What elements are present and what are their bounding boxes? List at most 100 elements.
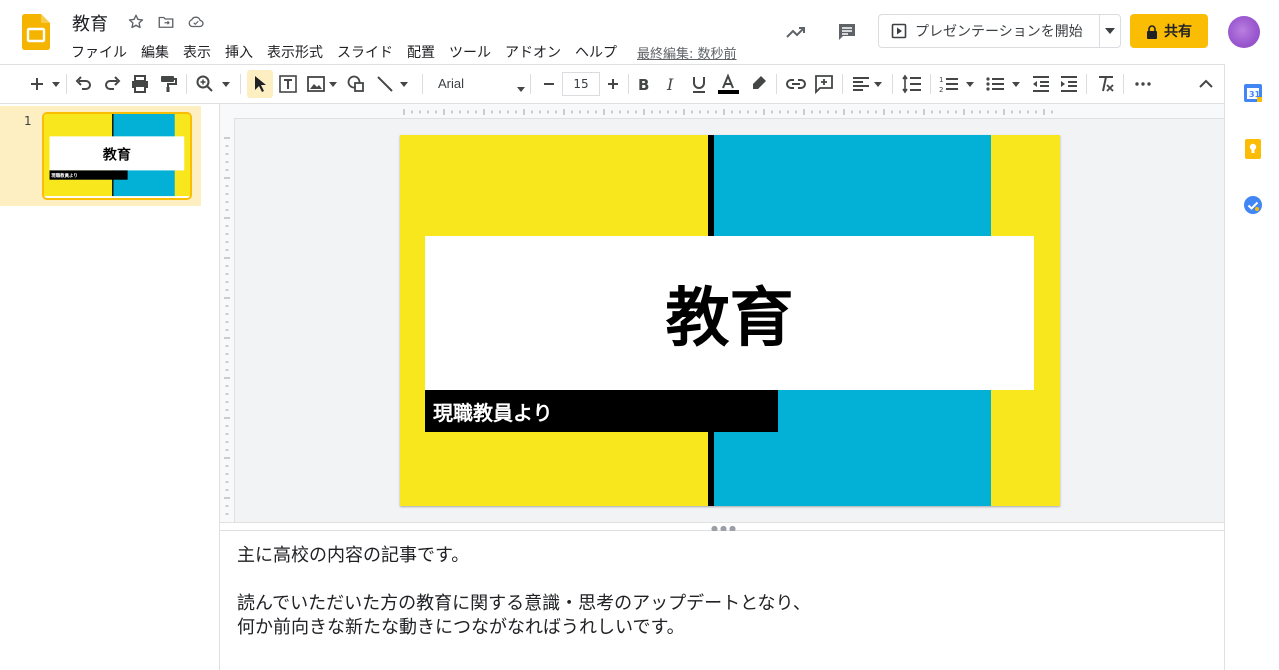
font-family-value: Arial bbox=[438, 76, 465, 91]
tasks-icon[interactable] bbox=[1242, 194, 1264, 216]
toolbar-divider bbox=[530, 74, 531, 94]
zoom-icon[interactable] bbox=[194, 73, 216, 95]
move-folder-icon[interactable] bbox=[157, 13, 175, 31]
last-edit-link[interactable]: 最終編集: 数秒前 bbox=[630, 40, 744, 62]
menu-insert[interactable]: 挿入 bbox=[218, 40, 260, 62]
bulleted-list-chevron-down-icon[interactable] bbox=[1010, 73, 1022, 95]
menu-edit[interactable]: 編集 bbox=[134, 40, 176, 62]
redo-icon[interactable] bbox=[101, 73, 123, 95]
text-color-icon[interactable] bbox=[717, 73, 740, 95]
keep-notes-icon[interactable] bbox=[1242, 138, 1264, 160]
slide-thumbnail[interactable]: 教育 現職教員より bbox=[42, 112, 192, 200]
share-button[interactable]: 共有 bbox=[1130, 14, 1208, 48]
decrease-indent-icon[interactable] bbox=[1030, 73, 1052, 95]
font-family-select[interactable]: Arial bbox=[432, 71, 528, 97]
side-panel: 31 bbox=[1224, 64, 1279, 670]
more-options-icon[interactable] bbox=[1132, 73, 1154, 95]
zoom-chevron-down-icon[interactable] bbox=[220, 73, 232, 95]
toolbar-divider bbox=[422, 74, 423, 94]
decrease-font-size-minus-icon[interactable] bbox=[538, 73, 560, 95]
increase-indent-icon[interactable] bbox=[1058, 73, 1080, 95]
vertical-ruler[interactable] bbox=[220, 118, 235, 522]
image-chevron-down-icon[interactable] bbox=[327, 73, 339, 95]
image-icon[interactable] bbox=[305, 73, 327, 95]
bulleted-list-icon[interactable] bbox=[984, 73, 1006, 95]
horizontal-ruler[interactable] bbox=[220, 104, 1224, 119]
align-left-icon[interactable] bbox=[850, 73, 872, 95]
line-spacing-icon[interactable] bbox=[901, 73, 923, 95]
notes-line: 何か前向きな新たな動きにつながなればうれしいです。 bbox=[237, 617, 685, 638]
menu-help[interactable]: ヘルプ bbox=[568, 40, 624, 62]
undo-icon[interactable] bbox=[73, 73, 95, 95]
bold-icon[interactable]: B bbox=[632, 73, 654, 95]
text-box-icon[interactable] bbox=[277, 73, 299, 95]
numbered-list-chevron-down-icon[interactable] bbox=[964, 73, 976, 95]
menu-addons[interactable]: アドオン bbox=[498, 40, 568, 62]
new-slide-chevron-down-icon[interactable] bbox=[50, 73, 62, 95]
toolbar-divider bbox=[776, 74, 777, 94]
cloud-saved-icon[interactable] bbox=[187, 13, 205, 31]
slide-subtitle-box[interactable]: 現職教員より bbox=[425, 390, 778, 432]
activity-dashboard-icon[interactable] bbox=[784, 20, 808, 44]
svg-text:B: B bbox=[638, 76, 649, 94]
speaker-notes[interactable]: 主に高校の内容の記事です。 読んでいただいた方の教育に関する意識・思考のアップデ… bbox=[220, 531, 1224, 670]
highlight-color-icon[interactable] bbox=[748, 73, 770, 95]
toolbar-divider bbox=[240, 74, 241, 94]
svg-text:I: I bbox=[666, 75, 674, 94]
cursor-arrow-icon bbox=[252, 75, 268, 93]
add-comment-icon[interactable] bbox=[813, 73, 835, 95]
paint-format-icon[interactable] bbox=[157, 73, 179, 95]
thumb-title: 教育 bbox=[49, 136, 185, 171]
menu-arrange[interactable]: 配置 bbox=[400, 40, 442, 62]
lock-icon bbox=[1146, 24, 1158, 39]
menu-view[interactable]: 表示 bbox=[176, 40, 218, 62]
editing-toolbar: Arial 15 B I 12 bbox=[0, 64, 1224, 104]
toolbar-divider bbox=[186, 74, 187, 94]
font-size-input[interactable]: 15 bbox=[562, 72, 600, 96]
slide-canvas-area: 教育 現職教員より bbox=[220, 104, 1224, 522]
italic-icon[interactable]: I bbox=[660, 73, 682, 95]
document-title[interactable]: 教育 bbox=[72, 10, 108, 36]
line-chevron-down-icon[interactable] bbox=[398, 73, 410, 95]
slides-logo-icon[interactable] bbox=[22, 14, 50, 50]
increase-font-size-plus-icon[interactable] bbox=[602, 73, 624, 95]
toolbar-divider bbox=[1123, 74, 1124, 94]
calendar-icon[interactable]: 31 bbox=[1242, 82, 1264, 104]
shape-icon[interactable] bbox=[345, 73, 367, 95]
thumb-subtitle-bar: 現職教員より bbox=[49, 170, 128, 180]
toolbar-divider bbox=[1086, 74, 1087, 94]
line-icon[interactable] bbox=[374, 73, 396, 95]
thumb-subtitle: 現職教員より bbox=[51, 172, 78, 179]
slide-canvas[interactable]: 教育 現職教員より bbox=[400, 135, 1060, 506]
menu-format[interactable]: 表示形式 bbox=[260, 40, 330, 62]
present-options-chevron-down-icon[interactable] bbox=[1100, 15, 1120, 47]
menu-slide[interactable]: スライド bbox=[330, 40, 400, 62]
notes-resize-handle[interactable]: ●●● bbox=[220, 522, 1224, 533]
star-icon[interactable] bbox=[127, 13, 145, 31]
clear-formatting-icon[interactable] bbox=[1095, 73, 1117, 95]
font-chevron-down-icon bbox=[516, 79, 526, 92]
menu-file[interactable]: ファイル bbox=[64, 40, 134, 62]
print-icon[interactable] bbox=[129, 73, 151, 95]
numbered-list-icon[interactable]: 12 bbox=[938, 73, 960, 95]
slide-number: 1 bbox=[24, 114, 32, 128]
menu-bar: ファイル 編集 表示 挿入 表示形式 スライド 配置 ツール アドオン ヘルプ … bbox=[64, 40, 744, 62]
new-slide-plus-icon[interactable] bbox=[26, 73, 48, 95]
toolbar-divider bbox=[842, 74, 843, 94]
svg-text:1: 1 bbox=[939, 76, 943, 84]
present-button[interactable]: プレゼンテーションを開始 bbox=[879, 15, 1101, 47]
slide-title[interactable]: 教育 bbox=[425, 236, 1034, 390]
app-header: 教育 ファイル 編集 表示 挿入 表示形式 スライド 配置 ツール アドオン ヘ… bbox=[0, 0, 1279, 64]
present-button-group: プレゼンテーションを開始 bbox=[878, 14, 1121, 48]
svg-text:31: 31 bbox=[1249, 90, 1261, 99]
select-tool-button[interactable] bbox=[247, 70, 273, 98]
insert-link-icon[interactable] bbox=[785, 73, 807, 95]
align-chevron-down-icon[interactable] bbox=[872, 73, 884, 95]
underline-icon[interactable] bbox=[688, 73, 710, 95]
comment-history-icon[interactable] bbox=[835, 20, 859, 44]
toolbar-divider bbox=[892, 74, 893, 94]
menu-tools[interactable]: ツール bbox=[442, 40, 498, 62]
account-avatar[interactable] bbox=[1228, 16, 1260, 48]
slide-thumbnail-row[interactable]: 1 教育 現職教員より bbox=[0, 106, 201, 206]
collapse-toolbar-chevron-up-icon[interactable] bbox=[1195, 73, 1217, 95]
